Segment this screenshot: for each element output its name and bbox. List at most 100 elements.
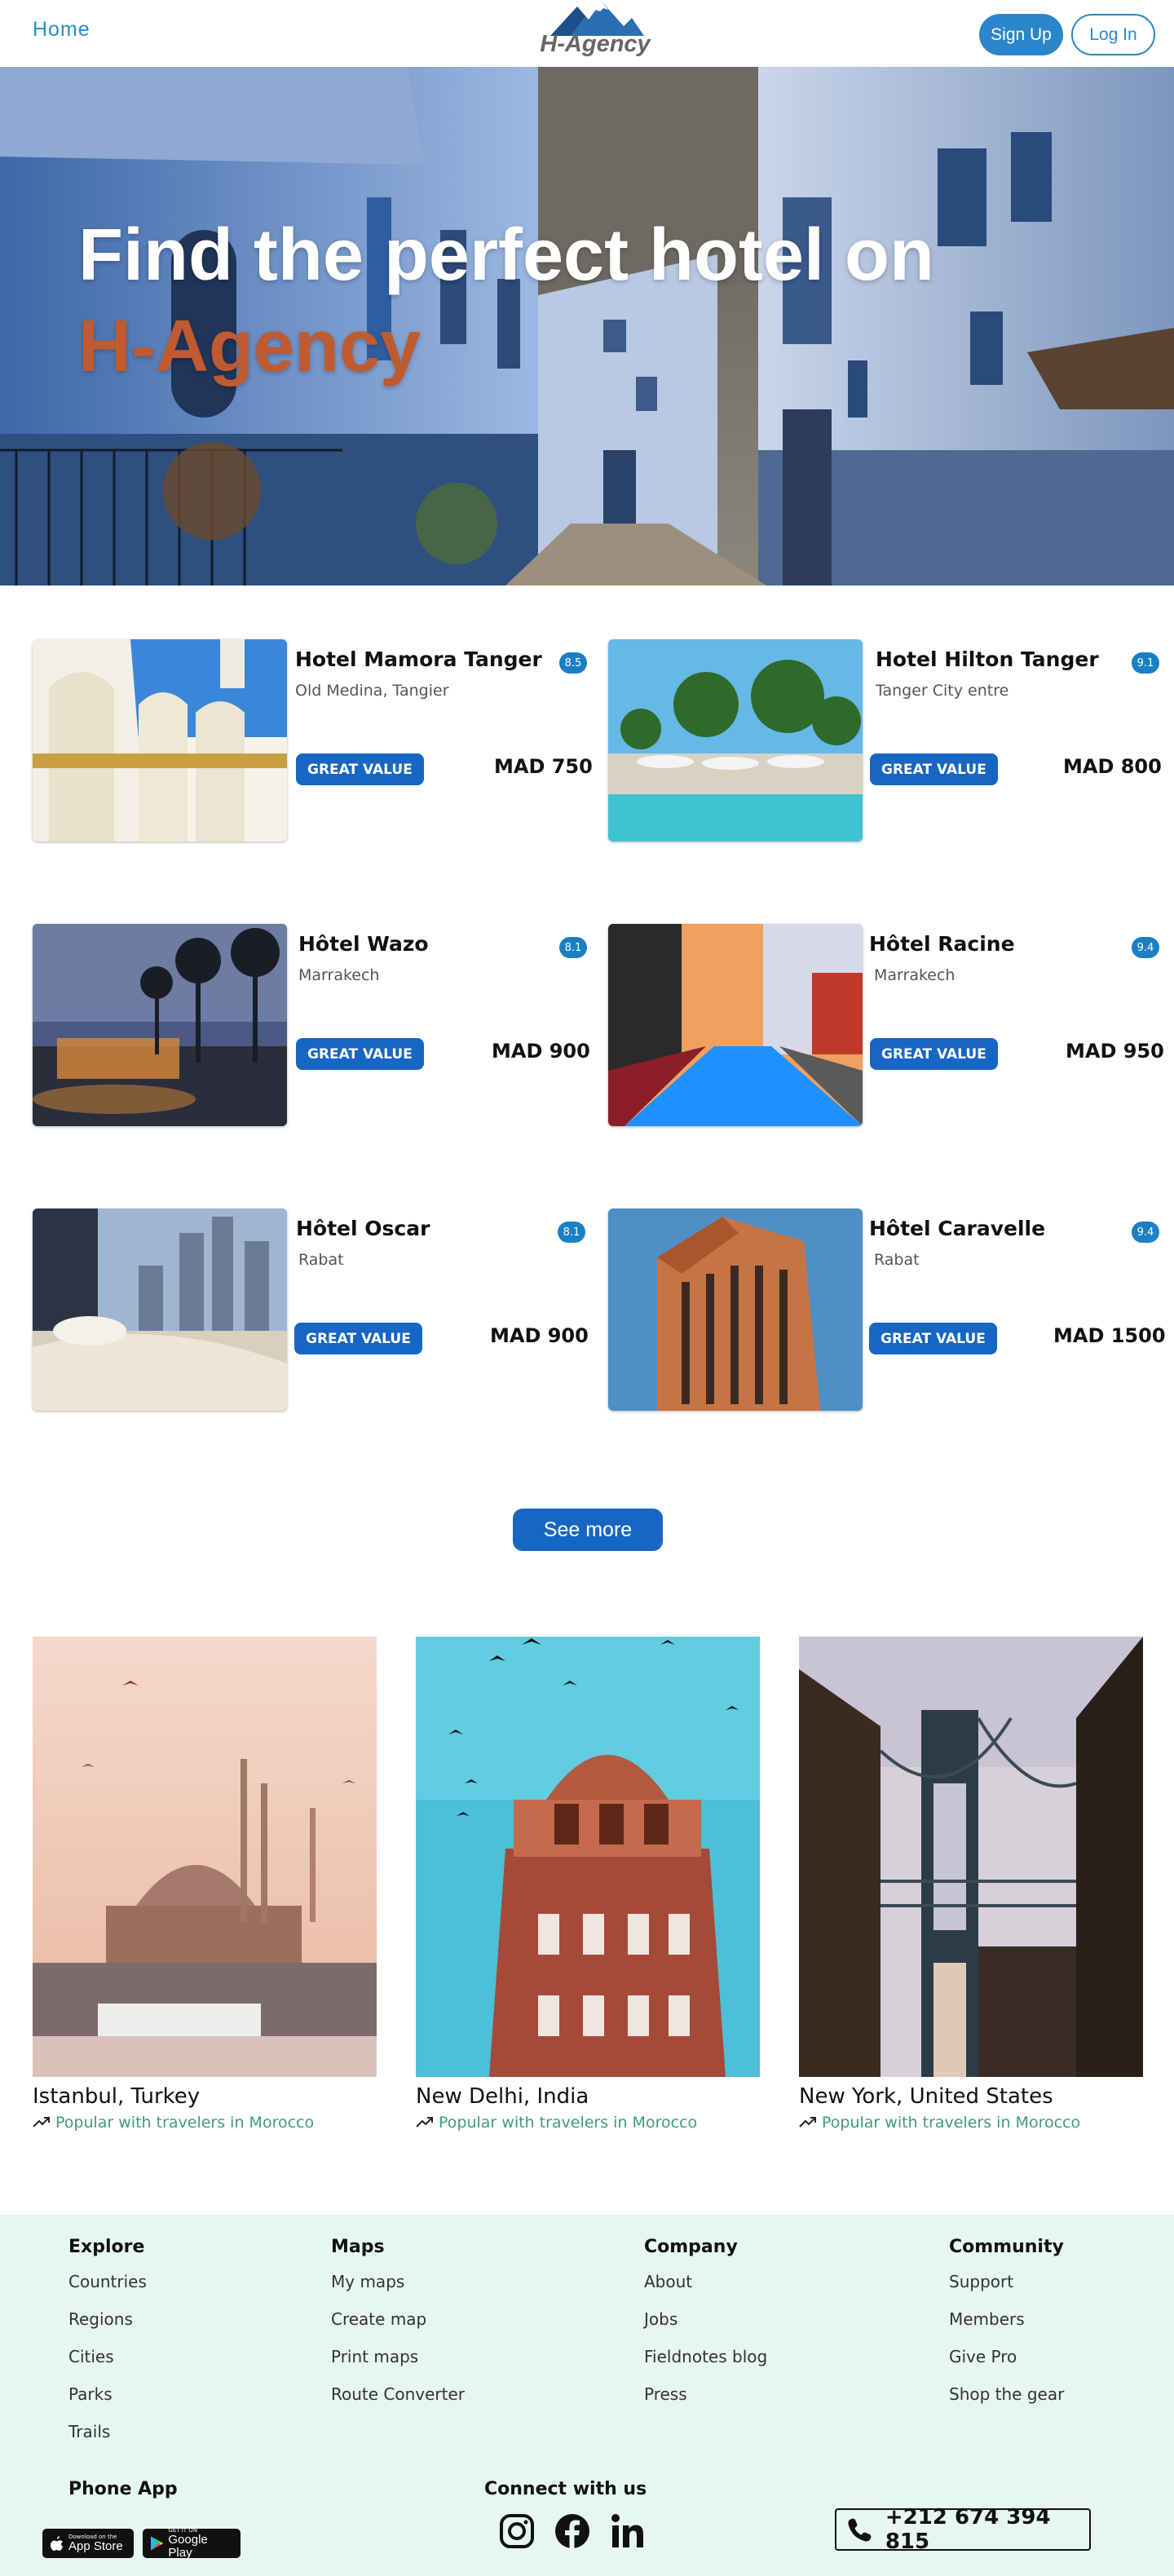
hotel-name[interactable]: Hôtel Racine xyxy=(869,932,1015,956)
great-value-button[interactable]: GREAT VALUE xyxy=(294,1323,422,1354)
hotel-name[interactable]: Hôtel Wazo xyxy=(298,932,429,956)
phone-app-title: Phone App xyxy=(68,2479,178,2499)
sign-up-button[interactable]: Sign Up xyxy=(979,14,1063,55)
destination-subtitle: Popular with travelers in Morocco xyxy=(33,2114,314,2132)
great-value-button[interactable]: GREAT VALUE xyxy=(296,753,424,785)
see-more-button[interactable]: See more xyxy=(513,1509,663,1551)
rating-badge: 8.1 xyxy=(558,1222,585,1243)
footer-link[interactable]: Route Converter xyxy=(331,2384,465,2422)
footer-heading: Company xyxy=(644,2237,738,2257)
hotel-name[interactable]: Hotel Hilton Tanger xyxy=(876,647,1099,671)
hotel-name[interactable]: Hôtel Oscar xyxy=(296,1217,430,1240)
linkedin-icon[interactable] xyxy=(610,2513,646,2549)
hotel-price: MAD 750 xyxy=(494,755,593,778)
footer-link[interactable]: About xyxy=(644,2272,767,2309)
footer-link[interactable]: My maps xyxy=(331,2272,465,2309)
hotel-location: Rabat xyxy=(874,1251,920,1269)
footer-link[interactable]: Create map xyxy=(331,2309,465,2347)
hotel-image[interactable] xyxy=(33,639,287,842)
instagram-icon[interactable] xyxy=(499,2513,535,2549)
destination-subtitle-text: Popular with travelers in Morocco xyxy=(439,2114,698,2132)
trending-up-icon xyxy=(33,2117,50,2128)
hotel-name[interactable]: Hotel Mamora Tanger xyxy=(295,647,542,671)
home-link[interactable]: Home xyxy=(33,18,90,42)
footer-link[interactable]: Members xyxy=(949,2309,1064,2347)
phone-number: +212 674 394 815 xyxy=(885,2505,1051,2554)
hotel-price: MAD 1500 xyxy=(1053,1324,1166,1347)
rating-badge: 8.5 xyxy=(559,652,587,674)
trending-up-icon xyxy=(416,2117,433,2128)
google-play-button[interactable]: GET IT ON Google Play xyxy=(143,2527,241,2560)
hotel-image[interactable] xyxy=(33,924,287,1126)
hotel-image[interactable] xyxy=(608,1208,863,1411)
footer-column-explore: Explore Countries Regions Cities Parks T… xyxy=(68,2237,147,2459)
logo-text: H-Agency xyxy=(540,31,651,57)
hotel-image[interactable] xyxy=(608,639,863,842)
footer-link[interactable]: Print maps xyxy=(331,2347,465,2384)
footer-link[interactable]: Countries xyxy=(68,2272,147,2309)
footer-heading: Maps xyxy=(331,2237,385,2257)
hotel-card[interactable]: Hôtel Caravelle 9.4 Rabat GREAT VALUE MA… xyxy=(608,1208,1166,1412)
footer-link[interactable]: Press xyxy=(644,2384,767,2422)
footer-column-community: Community Support Members Give Pro Shop … xyxy=(949,2237,1064,2422)
hotel-image[interactable] xyxy=(608,924,863,1126)
hotel-card[interactable]: Hôtel Wazo 8.1 Marrakech GREAT VALUE MAD… xyxy=(33,924,603,1128)
hotel-image[interactable] xyxy=(33,1208,287,1411)
hotel-price: MAD 900 xyxy=(490,1324,589,1347)
destination-subtitle: Popular with travelers in Morocco xyxy=(799,2114,1080,2132)
destination-subtitle-text: Popular with travelers in Morocco xyxy=(55,2114,315,2132)
destination-subtitle: Popular with travelers in Morocco xyxy=(416,2114,697,2132)
hero-brand: H-Agency xyxy=(78,306,421,387)
great-value-button[interactable]: GREAT VALUE xyxy=(869,1323,997,1354)
apple-icon xyxy=(51,2536,63,2551)
trending-up-icon xyxy=(799,2117,816,2128)
footer-heading: Community xyxy=(949,2237,1064,2257)
footer-link[interactable]: Regions xyxy=(68,2309,147,2347)
phone-contact[interactable]: +212 674 394 815 xyxy=(835,2505,1091,2554)
great-value-button[interactable]: GREAT VALUE xyxy=(296,1038,424,1070)
footer-link[interactable]: Support xyxy=(949,2272,1064,2309)
log-in-button[interactable]: Log In xyxy=(1071,14,1155,55)
hotel-location: Tanger City entre xyxy=(876,682,1009,700)
rating-badge: 8.1 xyxy=(559,937,587,958)
footer-link[interactable]: Jobs xyxy=(644,2309,767,2347)
great-value-button[interactable]: GREAT VALUE xyxy=(870,753,998,785)
destination-image[interactable] xyxy=(416,1637,760,2077)
hotel-location: Old Medina, Tangier xyxy=(295,682,449,700)
hotel-card[interactable]: Hotel Mamora Tanger 8.5 Old Medina, Tang… xyxy=(33,639,603,843)
rating-badge: 9.1 xyxy=(1132,652,1159,674)
google-play-label: Google Play xyxy=(168,2533,208,2560)
logo[interactable]: H-Agency xyxy=(538,2,652,62)
app-store-button[interactable]: Download on the App Store xyxy=(42,2529,134,2558)
destination-subtitle-text: Popular with travelers in Morocco xyxy=(822,2114,1081,2132)
hotel-location: Marrakech xyxy=(298,966,380,984)
facebook-icon[interactable] xyxy=(554,2513,590,2549)
destination-title[interactable]: New Delhi, India xyxy=(416,2084,589,2109)
footer: Explore Countries Regions Cities Parks T… xyxy=(0,2215,1174,2576)
footer-column-company: Company About Jobs Fieldnotes blog Press xyxy=(644,2237,767,2422)
hero-title-line: Find the perfect hotel on xyxy=(78,214,934,296)
footer-link[interactable]: Fieldnotes blog xyxy=(644,2347,767,2384)
footer-link[interactable]: Trails xyxy=(68,2422,147,2459)
destination-title[interactable]: Istanbul, Turkey xyxy=(33,2084,200,2109)
hotel-price: MAD 950 xyxy=(1066,1040,1164,1063)
footer-link[interactable]: Cities xyxy=(68,2347,147,2384)
destination-image[interactable] xyxy=(33,1637,377,2077)
footer-link[interactable]: Parks xyxy=(68,2384,147,2422)
top-nav: Home H-Agency Sign Up Log In xyxy=(0,0,1174,67)
footer-link[interactable]: Shop the gear xyxy=(949,2384,1064,2422)
great-value-button[interactable]: GREAT VALUE xyxy=(870,1038,998,1070)
hotel-card[interactable]: Hôtel Racine 9.4 Marrakech GREAT VALUE M… xyxy=(608,924,1164,1128)
hotel-name[interactable]: Hôtel Caravelle xyxy=(869,1217,1045,1240)
app-store-label: App Store xyxy=(68,2539,123,2553)
hotel-location: Rabat xyxy=(298,1251,344,1269)
footer-link[interactable]: Give Pro xyxy=(949,2347,1064,2384)
hero-title: Find the perfect hotel on H-Agency xyxy=(78,210,934,392)
footer-heading: Explore xyxy=(68,2237,145,2257)
destination-image[interactable] xyxy=(799,1637,1143,2077)
destination-title[interactable]: New York, United States xyxy=(799,2084,1053,2109)
connect-title: Connect with us xyxy=(484,2479,647,2499)
hotel-card[interactable]: Hotel Hilton Tanger 9.1 Tanger City entr… xyxy=(608,639,1163,843)
hero-banner: Find the perfect hotel on H-Agency xyxy=(0,67,1174,585)
hotel-card[interactable]: Hôtel Oscar 8.1 Rabat GREAT VALUE MAD 90… xyxy=(33,1208,603,1412)
